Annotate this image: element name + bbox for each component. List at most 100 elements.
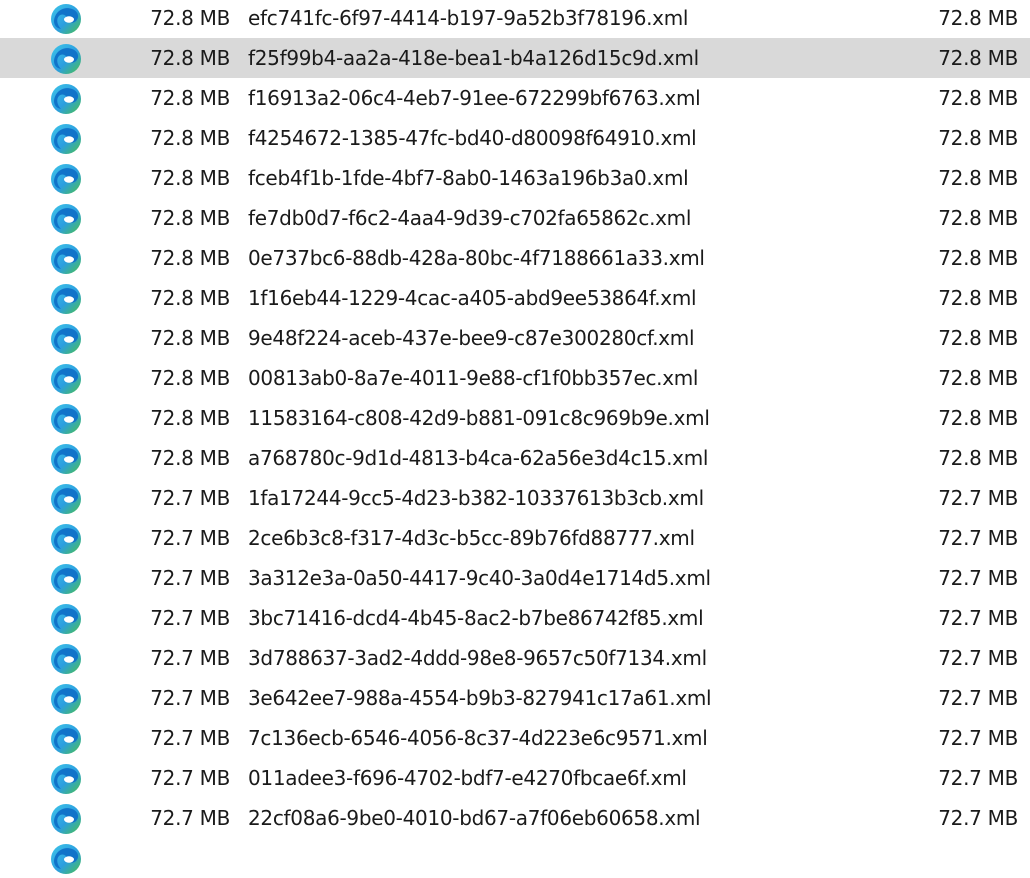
edge-xml-file-icon xyxy=(48,401,84,437)
edge-xml-file-icon xyxy=(48,641,84,677)
file-size-column: 72.8 MB xyxy=(938,446,1018,470)
file-name[interactable]: 3a312e3a-0a50-4417-9c40-3a0d4e1714d5.xml xyxy=(248,558,711,598)
file-row[interactable]: 72.8 MB 11583164-c808-42d9-b881-091c8c96… xyxy=(0,398,1030,438)
file-size: 72.8 MB xyxy=(150,246,230,270)
file-row[interactable]: 72.8 MB 1f16eb44-1229-4cac-a405-abd9ee53… xyxy=(0,278,1030,318)
file-size: 72.8 MB xyxy=(150,326,230,350)
file-row[interactable]: 72.8 MB f25f99b4-aa2a-418e-bea1-b4a126d1… xyxy=(0,38,1030,78)
file-row[interactable]: 72.7 MB 2ce6b3c8-f317-4d3c-b5cc-89b76fd8… xyxy=(0,518,1030,558)
file-name[interactable]: 22cf08a6-9be0-4010-bd67-a7f06eb60658.xml xyxy=(248,798,701,838)
file-size: 72.8 MB xyxy=(150,286,230,310)
file-size: 72.8 MB xyxy=(150,6,230,30)
file-name[interactable]: 3bc71416-dcd4-4b45-8ac2-b7be86742f85.xml xyxy=(248,598,704,638)
file-row[interactable]: 72.7 MB 3e642ee7-988a-4554-b9b3-827941c1… xyxy=(0,678,1030,718)
edge-xml-file-icon xyxy=(48,761,84,797)
file-row[interactable]: 72.7 MB 1fa17244-9cc5-4d23-b382-10337613… xyxy=(0,478,1030,518)
file-size-column: 72.8 MB xyxy=(938,326,1018,350)
file-name[interactable]: 1fa17244-9cc5-4d23-b382-10337613b3cb.xml xyxy=(248,478,704,518)
file-name[interactable]: efc741fc-6f97-4414-b197-9a52b3f78196.xml xyxy=(248,0,688,38)
file-size-column: 72.8 MB xyxy=(938,406,1018,430)
file-row[interactable]: 72.8 MB f16913a2-06c4-4eb7-91ee-672299bf… xyxy=(0,78,1030,118)
file-row[interactable]: 72.8 MB a768780c-9d1d-4813-b4ca-62a56e3d… xyxy=(0,438,1030,478)
edge-xml-file-icon xyxy=(48,161,84,197)
file-size-column: 72.7 MB xyxy=(938,606,1018,630)
file-size: 72.7 MB xyxy=(150,526,230,550)
file-name[interactable]: 2ce6b3c8-f317-4d3c-b5cc-89b76fd88777.xml xyxy=(248,518,695,558)
file-row[interactable]: 72.7 MB 3d788637-3ad2-4ddd-98e8-9657c50f… xyxy=(0,638,1030,678)
file-row[interactable]: 72.8 MB f4254672-1385-47fc-bd40-d80098f6… xyxy=(0,118,1030,158)
file-name[interactable]: 3d788637-3ad2-4ddd-98e8-9657c50f7134.xml xyxy=(248,638,707,678)
edge-xml-file-icon xyxy=(48,521,84,557)
edge-xml-file-icon xyxy=(48,321,84,357)
file-name[interactable]: 00813ab0-8a7e-4011-9e88-cf1f0bb357ec.xml xyxy=(248,358,698,398)
file-name[interactable]: 9e48f224-aceb-437e-bee9-c87e300280cf.xml xyxy=(248,318,695,358)
file-name[interactable]: f25f99b4-aa2a-418e-bea1-b4a126d15c9d.xml xyxy=(248,38,699,78)
file-size: 72.8 MB xyxy=(150,206,230,230)
file-name[interactable]: 1f16eb44-1229-4cac-a405-abd9ee53864f.xml xyxy=(248,278,697,318)
file-size: 72.7 MB xyxy=(150,566,230,590)
file-name[interactable]: a768780c-9d1d-4813-b4ca-62a56e3d4c15.xml xyxy=(248,438,708,478)
edge-xml-file-icon xyxy=(48,81,84,117)
file-name[interactable]: 11583164-c808-42d9-b881-091c8c969b9e.xml xyxy=(248,398,710,438)
file-size-column: 72.8 MB xyxy=(938,246,1018,270)
edge-xml-file-icon xyxy=(48,361,84,397)
file-row[interactable]: 72.8 MB fe7db0d7-f6c2-4aa4-9d39-c702fa65… xyxy=(0,198,1030,238)
file-size-column: 72.8 MB xyxy=(938,6,1018,30)
file-name[interactable]: 0e737bc6-88db-428a-80bc-4f7188661a33.xml xyxy=(248,238,705,278)
file-size-column: 72.7 MB xyxy=(938,566,1018,590)
file-row[interactable]: 72.8 MB 0e737bc6-88db-428a-80bc-4f718866… xyxy=(0,238,1030,278)
file-size-column: 72.8 MB xyxy=(938,366,1018,390)
file-size: 72.7 MB xyxy=(150,606,230,630)
edge-xml-file-icon xyxy=(48,441,84,477)
edge-xml-file-icon xyxy=(48,241,84,277)
file-list: 72.8 MB efc741fc-6f97-4414-b197-9a52b3f7… xyxy=(0,0,1030,878)
file-name[interactable]: 011adee3-f696-4702-bdf7-e4270fbcae6f.xml xyxy=(248,758,687,798)
file-row[interactable]: 72.8 MB efc741fc-6f97-4414-b197-9a52b3f7… xyxy=(0,0,1030,38)
edge-xml-file-icon xyxy=(48,801,84,837)
file-row[interactable] xyxy=(0,838,1030,878)
file-size-column: 72.7 MB xyxy=(938,686,1018,710)
edge-xml-file-icon xyxy=(48,681,84,717)
file-size: 72.8 MB xyxy=(150,446,230,470)
file-name[interactable]: f4254672-1385-47fc-bd40-d80098f64910.xml xyxy=(248,118,697,158)
edge-xml-file-icon xyxy=(48,41,84,77)
edge-xml-file-icon xyxy=(48,281,84,317)
file-row[interactable]: 72.7 MB 011adee3-f696-4702-bdf7-e4270fbc… xyxy=(0,758,1030,798)
file-size: 72.8 MB xyxy=(150,46,230,70)
file-size: 72.7 MB xyxy=(150,686,230,710)
file-size-column: 72.8 MB xyxy=(938,86,1018,110)
edge-xml-file-icon xyxy=(48,561,84,597)
file-row[interactable]: 72.8 MB fceb4f1b-1fde-4bf7-8ab0-1463a196… xyxy=(0,158,1030,198)
file-size: 72.8 MB xyxy=(150,366,230,390)
file-size: 72.7 MB xyxy=(150,646,230,670)
file-name[interactable]: 3e642ee7-988a-4554-b9b3-827941c17a61.xml xyxy=(248,678,712,718)
file-size: 72.7 MB xyxy=(150,486,230,510)
file-name[interactable]: 7c136ecb-6546-4056-8c37-4d223e6c9571.xml xyxy=(248,718,708,758)
edge-xml-file-icon xyxy=(48,721,84,757)
file-size-column: 72.7 MB xyxy=(938,766,1018,790)
edge-xml-file-icon xyxy=(48,601,84,637)
file-size: 72.8 MB xyxy=(150,406,230,430)
file-size: 72.8 MB xyxy=(150,86,230,110)
file-name[interactable]: fe7db0d7-f6c2-4aa4-9d39-c702fa65862c.xml xyxy=(248,198,691,238)
file-size-column: 72.7 MB xyxy=(938,726,1018,750)
edge-xml-file-icon xyxy=(48,201,84,237)
edge-xml-file-icon xyxy=(48,1,84,37)
file-name[interactable]: f16913a2-06c4-4eb7-91ee-672299bf6763.xml xyxy=(248,78,701,118)
file-row[interactable]: 72.8 MB 9e48f224-aceb-437e-bee9-c87e3002… xyxy=(0,318,1030,358)
edge-xml-file-icon xyxy=(48,841,84,877)
file-row[interactable]: 72.7 MB 3bc71416-dcd4-4b45-8ac2-b7be8674… xyxy=(0,598,1030,638)
file-size: 72.8 MB xyxy=(150,126,230,150)
file-row[interactable]: 72.7 MB 3a312e3a-0a50-4417-9c40-3a0d4e17… xyxy=(0,558,1030,598)
file-row[interactable]: 72.7 MB 22cf08a6-9be0-4010-bd67-a7f06eb6… xyxy=(0,798,1030,838)
file-row[interactable]: 72.7 MB 7c136ecb-6546-4056-8c37-4d223e6c… xyxy=(0,718,1030,758)
edge-xml-file-icon xyxy=(48,121,84,157)
file-size: 72.7 MB xyxy=(150,806,230,830)
file-size-column: 72.8 MB xyxy=(938,286,1018,310)
file-size-column: 72.8 MB xyxy=(938,126,1018,150)
file-size-column: 72.7 MB xyxy=(938,486,1018,510)
file-size: 72.7 MB xyxy=(150,766,230,790)
file-row[interactable]: 72.8 MB 00813ab0-8a7e-4011-9e88-cf1f0bb3… xyxy=(0,358,1030,398)
edge-xml-file-icon xyxy=(48,481,84,517)
file-name[interactable]: fceb4f1b-1fde-4bf7-8ab0-1463a196b3a0.xml xyxy=(248,158,689,198)
